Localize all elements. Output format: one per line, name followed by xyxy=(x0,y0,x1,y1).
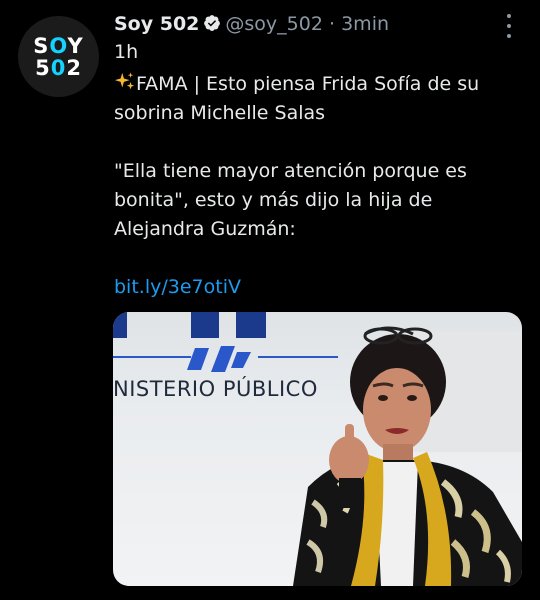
tweet-header: Soy 502 @soy_502 · 3min xyxy=(114,10,389,38)
tweet-quote-line-2: bonita", esto y más dijo la hija de xyxy=(114,189,433,211)
avatar-logo-line1: SOY xyxy=(33,33,84,58)
timestamp[interactable]: 3min xyxy=(341,13,389,35)
avatar-logo-line2: 502 xyxy=(35,55,82,80)
tweet-media-image[interactable]: NISTERIO PÚBLICO xyxy=(113,312,522,586)
avatar[interactable]: SOY 502 xyxy=(18,16,99,97)
tweet-quote-line-3: Alejandra Guzmán: xyxy=(114,218,296,240)
tweet-link[interactable]: bit.ly/3e7otiV xyxy=(114,276,241,298)
sparkles-emoji-icon xyxy=(114,72,135,90)
handle[interactable]: @soy_502 xyxy=(225,13,323,35)
tweet-text: FAMA | Esto piensa Frida Sofía de su sob… xyxy=(114,70,524,302)
tweet-line-2: sobrina Michelle Salas xyxy=(114,102,326,124)
tweet-quote-line-1: "Ella tiene mayor atención porque es xyxy=(114,160,467,182)
more-options-icon[interactable] xyxy=(502,14,516,38)
display-name[interactable]: Soy 502 xyxy=(114,13,199,35)
tweet-line-1: FAMA | Esto piensa Frida Sofía de su xyxy=(114,70,524,99)
separator-dot: · xyxy=(329,13,336,35)
media-sign-text: NISTERIO PÚBLICO xyxy=(113,376,318,401)
timestamp-secondary: 1h xyxy=(114,41,139,63)
verified-badge-icon xyxy=(204,15,221,31)
